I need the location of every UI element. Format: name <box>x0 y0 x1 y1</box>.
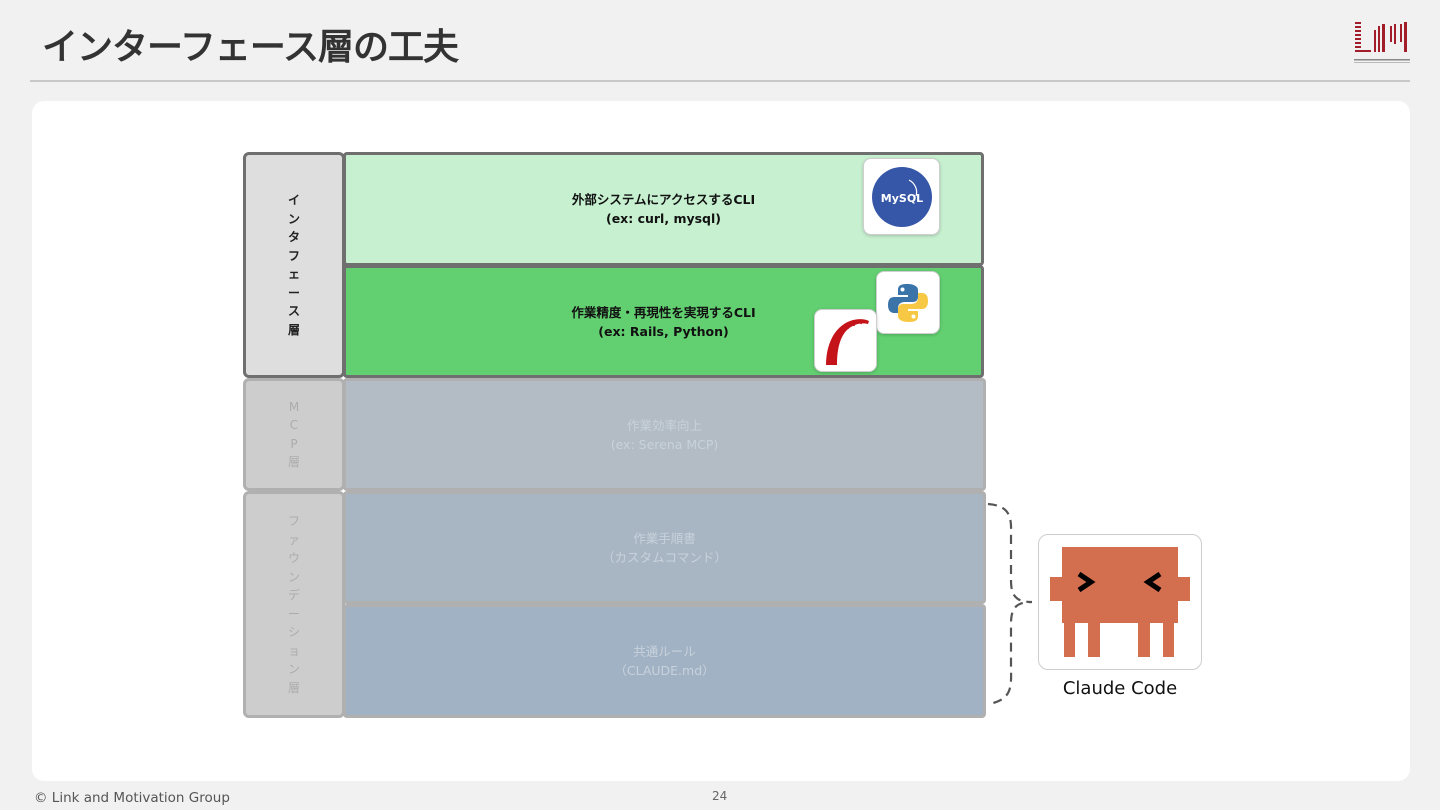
interface-layer-label: インタフェース層 <box>243 152 345 378</box>
mysql-logo-icon: MySQL <box>871 166 932 227</box>
layer-title: 外部システムにアクセスするCLI <box>571 192 756 207</box>
vertical-label-char: M <box>288 399 300 414</box>
mcp-efficiency-layer: 作業効率向上 (ex: Serena MCP) <box>343 378 986 491</box>
vertical-label-char: ス <box>287 304 300 318</box>
layer-examples: （カスタムコマンド） <box>601 549 727 565</box>
rails-logo-icon <box>825 318 869 365</box>
vertical-label-char: 層 <box>287 680 300 695</box>
vertical-label-char: ェ <box>287 267 300 281</box>
vertical-label-char: ン <box>287 211 300 226</box>
vertical-label-char: 層 <box>287 322 300 337</box>
interface-layer-label-text: インタフェース層 <box>288 191 300 339</box>
rails-logo-card <box>814 309 877 372</box>
layer-examples: (ex: Serena MCP) <box>610 436 719 452</box>
mcp-layer-label-text: MCP層 <box>288 398 300 472</box>
common-rules-layer: 共通ルール （CLAUDE.md） <box>343 604 986 718</box>
layer-title: 共通ルール <box>633 644 696 659</box>
mysql-logo-card: MySQL <box>863 158 940 235</box>
vertical-label-char: C <box>289 418 299 432</box>
vertical-label-char: P <box>290 436 298 451</box>
layer-examples: （CLAUDE.md） <box>614 663 715 678</box>
layer-examples: (ex: Rails, Python) <box>598 323 729 339</box>
vertical-label-char: ー <box>287 285 300 300</box>
python-logo-icon <box>888 283 928 322</box>
layer-title: 作業手順書 <box>633 530 696 546</box>
vertical-label-char: ウ <box>287 551 300 565</box>
vertical-label-char: フ <box>287 248 300 263</box>
page-number: 24 <box>712 789 728 803</box>
company-logo-icon <box>1354 22 1410 63</box>
vertical-label-char: イ <box>287 193 300 207</box>
vertical-label-char: デ <box>287 588 300 602</box>
title-divider <box>30 80 1410 82</box>
claude-code-card <box>1038 534 1202 670</box>
claude-code-label: Claude Code <box>1062 678 1178 699</box>
layer-title: 作業精度・再現性を実現するCLI <box>571 304 756 320</box>
python-logo-card <box>876 271 940 334</box>
vertical-label-char: ョ <box>287 643 300 658</box>
vertical-label-char: ァ <box>287 532 300 547</box>
vertical-label-char: 層 <box>287 455 300 469</box>
foundation-layer-label: ファウンデーション層 <box>243 491 345 718</box>
vertical-label-char: ン <box>287 569 300 584</box>
vertical-label-char: タ <box>287 230 300 244</box>
vertical-label-char: ー <box>287 606 300 621</box>
mcp-layer-label: MCP層 <box>243 378 345 491</box>
vertical-label-char: ン <box>287 662 300 676</box>
foundation-brace <box>987 502 1033 706</box>
vertical-label-char: フ <box>287 514 300 528</box>
procedures-layer: 作業手順書 （カスタムコマンド） <box>343 491 986 604</box>
copyright-footer: © Link and Motivation Group <box>34 790 230 806</box>
vertical-label-char: シ <box>287 625 300 639</box>
layer-title: 作業効率向上 <box>626 417 702 433</box>
slide-title: インターフェース層の工夫 <box>42 27 459 68</box>
foundation-layer-label-text: ファウンデーション層 <box>288 512 300 697</box>
claude-code-mascot-icon <box>1050 547 1190 657</box>
layer-examples: (ex: curl, mysql) <box>605 211 722 226</box>
mysql-logo-text: MySQL <box>880 192 922 205</box>
